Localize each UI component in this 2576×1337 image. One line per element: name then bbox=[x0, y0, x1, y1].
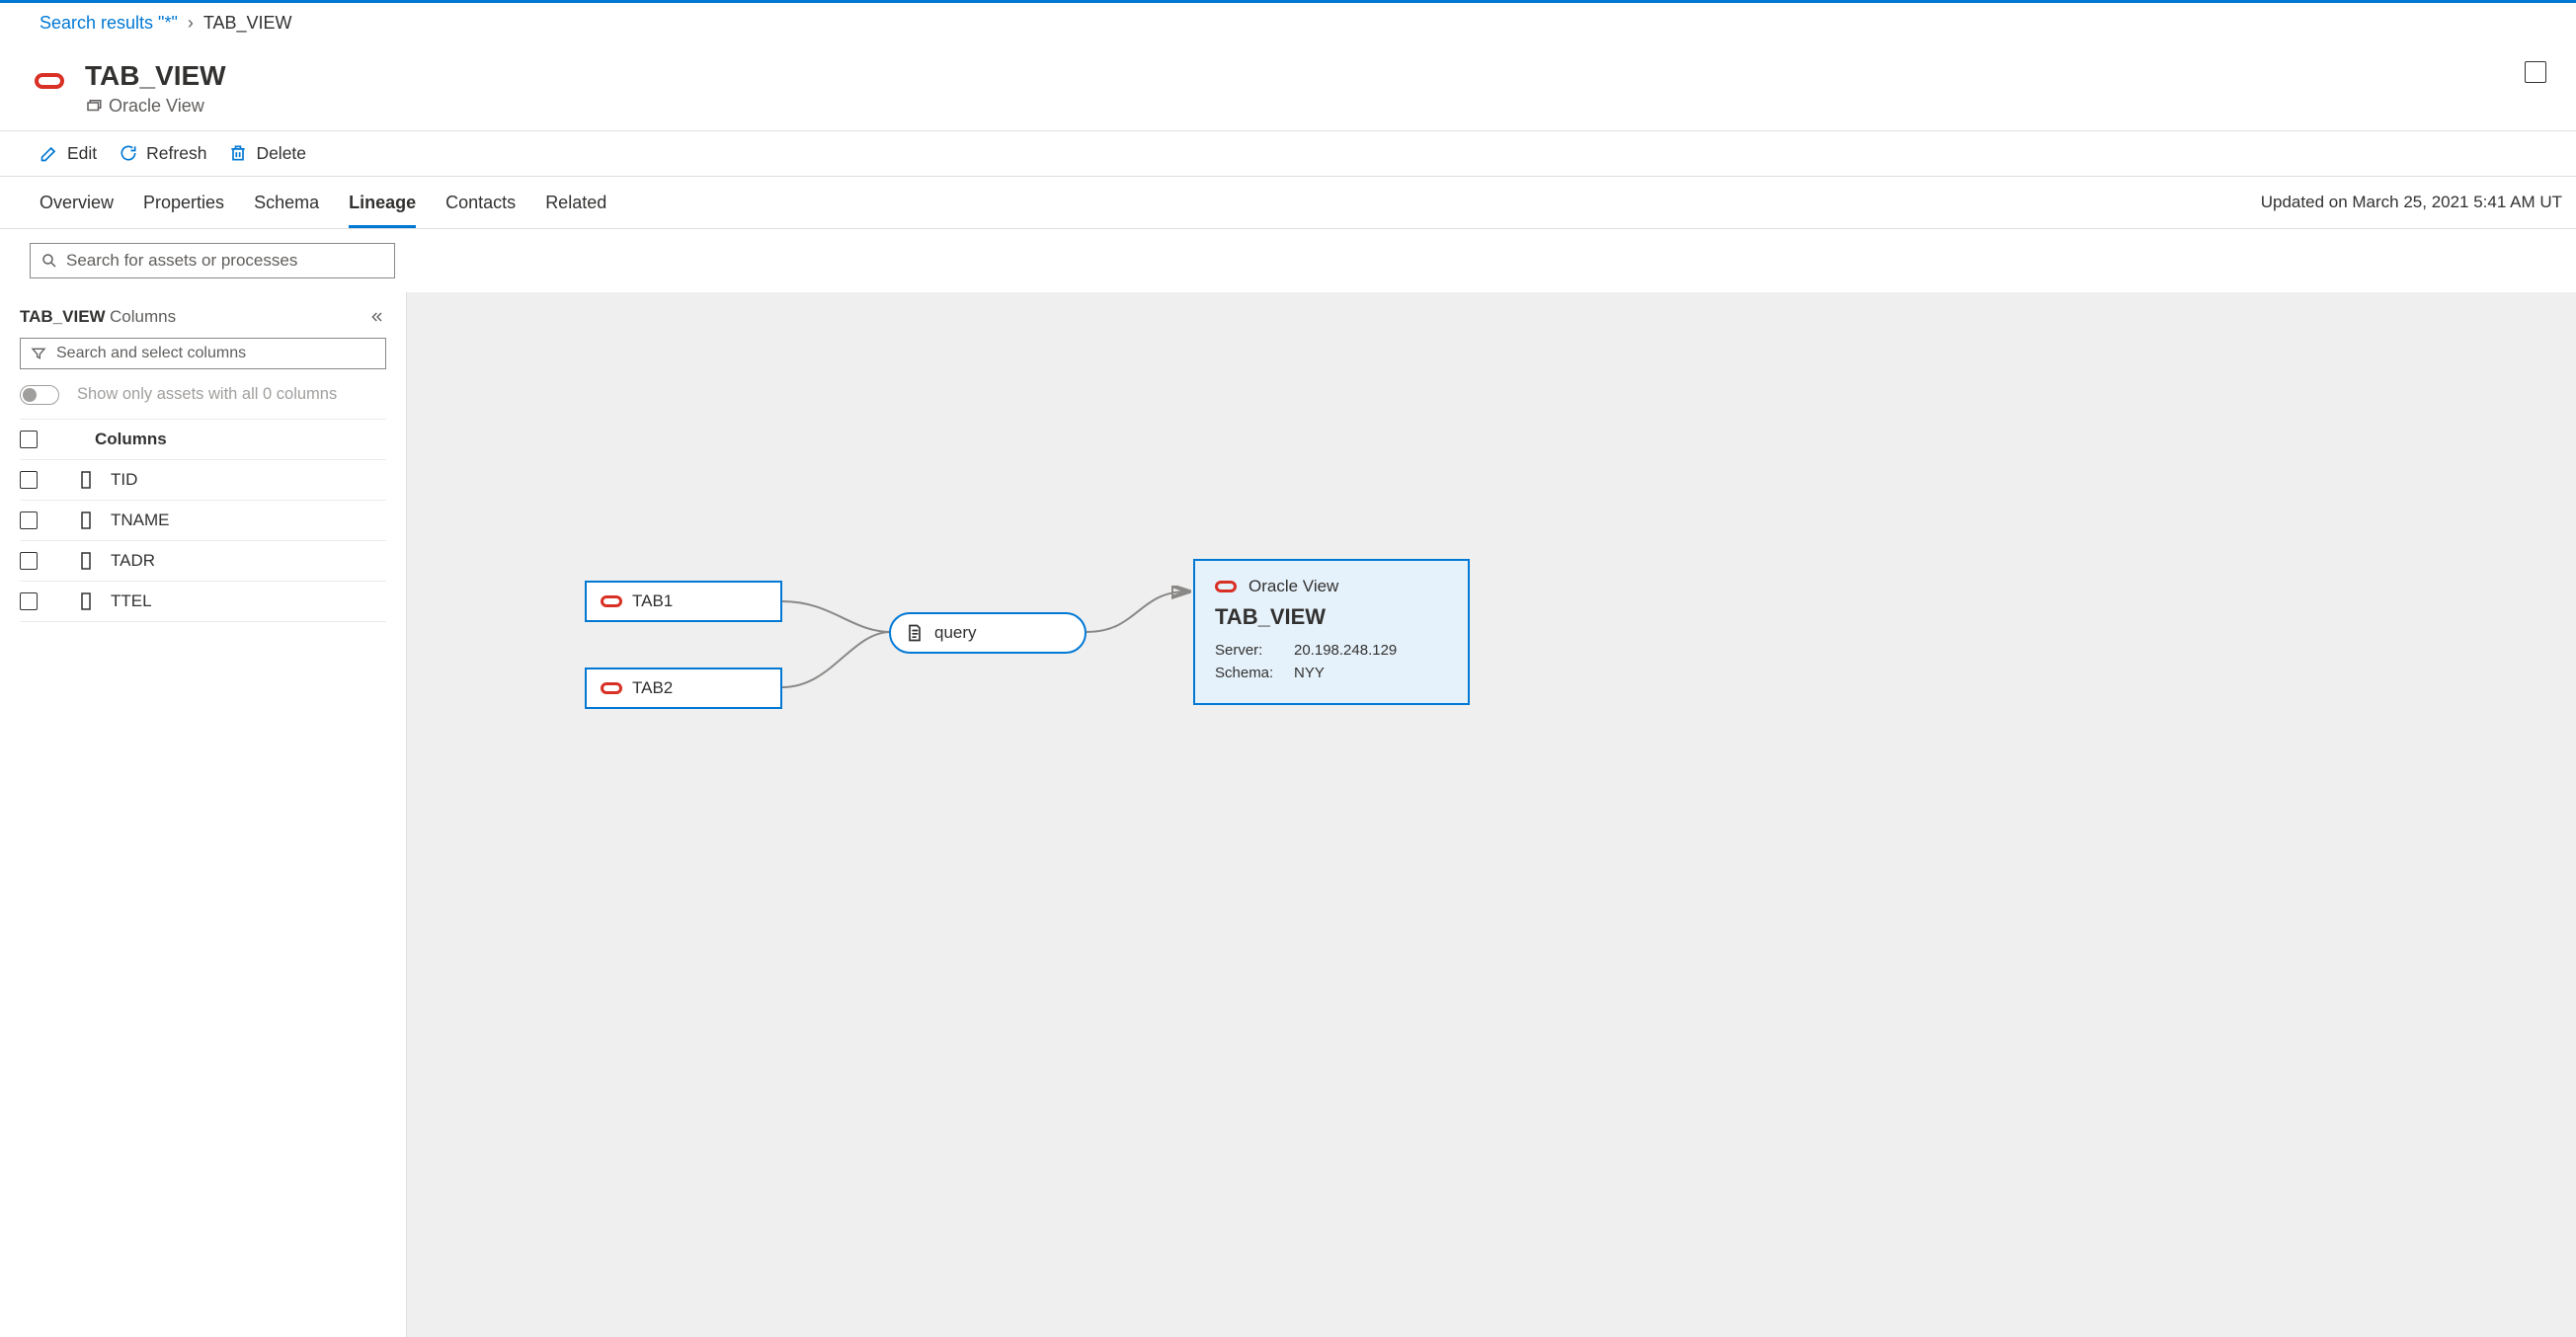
column-icon bbox=[79, 551, 95, 571]
column-name: TADR bbox=[111, 551, 155, 571]
column-row[interactable]: TTEL bbox=[20, 582, 386, 622]
filter-icon bbox=[31, 346, 46, 361]
lineage-node-label: TAB2 bbox=[632, 678, 673, 698]
detail-prop-row: Server: 20.198.248.129 bbox=[1215, 642, 1448, 659]
updated-timestamp: Updated on March 25, 2021 5:41 AM UT bbox=[2261, 193, 2562, 212]
breadcrumb-current: TAB_VIEW bbox=[203, 13, 292, 34]
chevron-right-icon: › bbox=[188, 13, 194, 34]
tab-related[interactable]: Related bbox=[545, 177, 606, 228]
oracle-icon bbox=[30, 61, 69, 101]
trash-icon bbox=[228, 143, 248, 163]
columns-header-label: Columns bbox=[53, 430, 167, 449]
column-name: TNAME bbox=[111, 511, 170, 530]
columns-header-row: Columns bbox=[20, 419, 386, 460]
tab-contacts[interactable]: Contacts bbox=[445, 177, 516, 228]
search-row bbox=[0, 229, 2576, 292]
column-filter-input[interactable] bbox=[56, 345, 375, 362]
lineage-node-label: TAB1 bbox=[632, 591, 673, 611]
column-icon bbox=[79, 470, 95, 490]
column-checkbox[interactable] bbox=[20, 592, 38, 610]
show-only-toggle[interactable] bbox=[20, 385, 59, 405]
lineage-node-source[interactable]: TAB2 bbox=[585, 668, 782, 709]
column-row[interactable]: TNAME bbox=[20, 501, 386, 541]
page-subtitle: Oracle View bbox=[85, 96, 226, 117]
collapse-sidebar-button[interactable] bbox=[366, 306, 388, 328]
tab-lineage[interactable]: Lineage bbox=[349, 177, 416, 228]
column-name: TID bbox=[111, 470, 137, 490]
asset-search-box[interactable] bbox=[30, 243, 395, 278]
refresh-button[interactable]: Refresh bbox=[119, 143, 206, 164]
column-checkbox[interactable] bbox=[20, 471, 38, 489]
page-header: TAB_VIEW Oracle View bbox=[0, 43, 2576, 131]
stack-icon bbox=[85, 97, 103, 115]
breadcrumb-root-link[interactable]: Search results "*" bbox=[40, 13, 178, 34]
column-row[interactable]: TID bbox=[20, 460, 386, 501]
lineage-node-label: query bbox=[934, 623, 977, 643]
select-all-checkbox[interactable] bbox=[20, 431, 38, 448]
page-title: TAB_VIEW bbox=[85, 61, 226, 92]
asset-search-input[interactable] bbox=[66, 251, 384, 271]
edit-button[interactable]: Edit bbox=[40, 143, 97, 164]
toolbar: Edit Refresh Delete bbox=[0, 131, 2576, 177]
columns-list: Columns TID TNAME TADR TTEL bbox=[0, 419, 406, 622]
column-name: TTEL bbox=[111, 591, 152, 611]
detail-prop-row: Schema: NYY bbox=[1215, 665, 1448, 681]
column-row[interactable]: TADR bbox=[20, 541, 386, 582]
oracle-icon bbox=[601, 595, 622, 607]
column-icon bbox=[79, 591, 95, 611]
column-filter-box[interactable] bbox=[20, 338, 386, 369]
detail-type-label: Oracle View bbox=[1248, 577, 1338, 596]
column-checkbox[interactable] bbox=[20, 511, 38, 529]
refresh-icon bbox=[119, 143, 138, 163]
content-area: TAB_VIEW Columns Show only assets with a… bbox=[0, 292, 2576, 1337]
search-icon bbox=[40, 252, 58, 270]
delete-button[interactable]: Delete bbox=[228, 143, 306, 164]
show-only-toggle-label: Show only assets with all 0 columns bbox=[77, 385, 337, 404]
lineage-detail-card[interactable]: Oracle View TAB_VIEW Server: 20.198.248.… bbox=[1193, 559, 1470, 705]
detail-entity-name: TAB_VIEW bbox=[1215, 604, 1448, 630]
tab-overview[interactable]: Overview bbox=[40, 177, 114, 228]
chevrons-left-icon bbox=[369, 309, 385, 325]
column-checkbox[interactable] bbox=[20, 552, 38, 570]
tab-properties[interactable]: Properties bbox=[143, 177, 224, 228]
oracle-icon bbox=[1215, 581, 1237, 592]
lineage-canvas[interactable]: TAB1 TAB2 query Oracle View TAB_VIEW Ser… bbox=[407, 292, 2576, 1337]
lineage-node-process[interactable]: query bbox=[889, 612, 1087, 654]
tabstrip-row: Overview Properties Schema Lineage Conta… bbox=[0, 177, 2576, 229]
document-icon bbox=[905, 623, 925, 643]
tabstrip: Overview Properties Schema Lineage Conta… bbox=[40, 177, 606, 228]
columns-sidebar: TAB_VIEW Columns Show only assets with a… bbox=[0, 292, 407, 1337]
lineage-edges bbox=[407, 292, 2576, 1337]
header-action-button[interactable] bbox=[2525, 61, 2546, 83]
lineage-node-source[interactable]: TAB1 bbox=[585, 581, 782, 622]
column-icon bbox=[79, 511, 95, 530]
breadcrumb: Search results "*" › TAB_VIEW bbox=[0, 3, 2576, 43]
sidebar-entity-name: TAB_VIEW bbox=[20, 307, 106, 326]
pencil-icon bbox=[40, 143, 59, 163]
oracle-icon bbox=[601, 682, 622, 694]
tab-schema[interactable]: Schema bbox=[254, 177, 319, 228]
